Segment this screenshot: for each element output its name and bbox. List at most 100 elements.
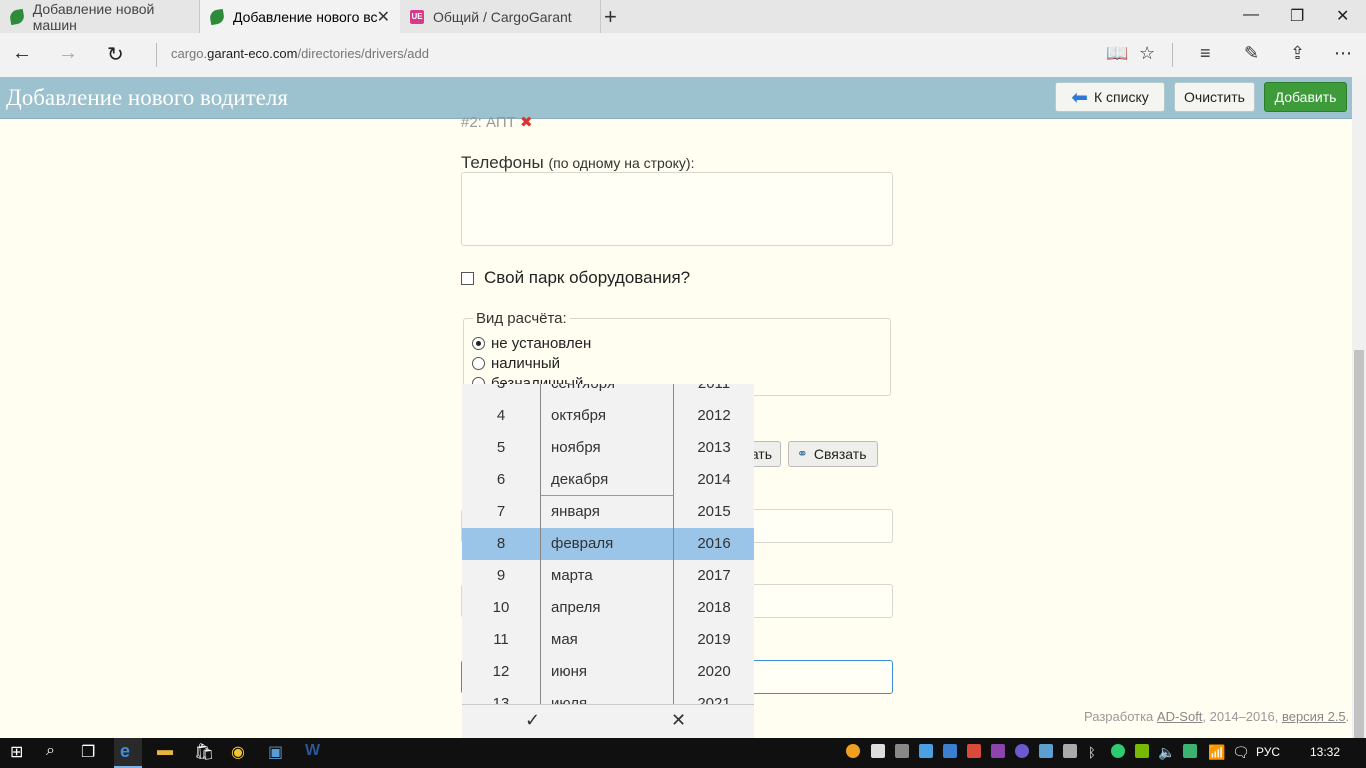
picker-month-option[interactable]: сентября: [551, 384, 671, 400]
app-icon[interactable]: ▣: [268, 742, 283, 762]
refresh-icon[interactable]: ↻: [107, 42, 124, 67]
onenote-icon[interactable]: [991, 744, 1005, 758]
picker-month-option[interactable]: мая: [551, 624, 671, 656]
more-icon[interactable]: ⋯: [1334, 43, 1352, 64]
cancel-close-icon[interactable]: ✕: [671, 710, 686, 731]
nvidia-icon[interactable]: [1135, 744, 1149, 758]
usb-icon[interactable]: [1063, 744, 1077, 758]
picker-month-column[interactable]: сентябряоктябряноябрядекабряянваряфеврал…: [540, 384, 674, 704]
action-center-icon[interactable]: 🗨: [1232, 744, 1250, 761]
web-note-icon[interactable]: ✎: [1244, 43, 1259, 64]
back-arrow-icon[interactable]: ←: [12, 42, 32, 65]
share-icon[interactable]: ⇪: [1290, 43, 1305, 64]
own-fleet-checkbox[interactable]: [461, 272, 474, 285]
payment-radio-not-set[interactable]: [472, 337, 485, 350]
volume-icon[interactable]: 🔈: [1158, 744, 1175, 761]
search-icon[interactable]: ⌕: [46, 742, 55, 760]
tray-app-icon[interactable]: [1183, 744, 1197, 758]
picker-year-option[interactable]: 2017: [674, 560, 754, 592]
scrollbar-thumb[interactable]: [1354, 350, 1364, 738]
page-title: Добавление нового водителя: [6, 85, 288, 110]
picker-day-option[interactable]: 3: [462, 384, 540, 400]
picker-year-option[interactable]: 2016: [674, 528, 754, 560]
picker-month-option[interactable]: декабря: [551, 464, 671, 496]
picker-year-option[interactable]: 2012: [674, 400, 754, 432]
forward-arrow-icon[interactable]: →: [58, 42, 78, 65]
picker-day-option[interactable]: 6: [462, 464, 540, 496]
windows-start-icon[interactable]: ⊞: [10, 742, 23, 762]
clear-button[interactable]: Очистить: [1174, 82, 1255, 112]
onedrive-icon[interactable]: [871, 744, 885, 758]
picker-month-option[interactable]: января: [551, 496, 671, 528]
link-button[interactable]: ⚭ Связать: [788, 441, 878, 467]
picker-year-option[interactable]: 2020: [674, 656, 754, 688]
footer-years: , 2014–2016,: [1202, 709, 1282, 724]
picker-month-option[interactable]: апреля: [551, 592, 671, 624]
tray-app-icon[interactable]: [846, 744, 860, 758]
phones-textarea[interactable]: [461, 172, 893, 246]
picker-month-option[interactable]: февраля: [551, 528, 671, 560]
picker-year-option[interactable]: 2021: [674, 688, 754, 704]
confirm-check-icon[interactable]: ✓: [525, 710, 540, 731]
picker-day-option[interactable]: 11: [462, 624, 540, 656]
back-to-list-button[interactable]: ⬅ К списку: [1055, 82, 1165, 112]
picker-day-option[interactable]: 8: [462, 528, 540, 560]
chrome-icon[interactable]: ◉: [231, 742, 245, 762]
picker-day-option[interactable]: 5: [462, 432, 540, 464]
tray-app-icon[interactable]: [895, 744, 909, 758]
tray-app-icon[interactable]: [1039, 744, 1053, 758]
tray-app-icon[interactable]: [1111, 744, 1125, 758]
file-explorer-icon[interactable]: ▬: [157, 742, 173, 760]
clock[interactable]: 13:32: [1310, 745, 1340, 759]
tray-app-icon[interactable]: [967, 744, 981, 758]
picker-day-option[interactable]: 4: [462, 400, 540, 432]
picker-month-option[interactable]: ноября: [551, 432, 671, 464]
picker-year-column[interactable]: 2011201220132014201520162017201820192020…: [674, 384, 754, 704]
tab-cargogarant[interactable]: UE Общий / CargoGarant: [400, 0, 600, 33]
edge-taskbar-button[interactable]: e: [114, 738, 142, 768]
picker-month-option[interactable]: июня: [551, 656, 671, 688]
payment-radio-cash[interactable]: [472, 357, 485, 370]
tray-app-icon[interactable]: [1015, 744, 1029, 758]
tray-app-icon[interactable]: [943, 744, 957, 758]
tab-title: Добавление новой машин: [32, 0, 155, 33]
close-window-icon[interactable]: ✕: [1336, 6, 1349, 26]
picker-year-option[interactable]: 2015: [674, 496, 754, 528]
picker-month-option[interactable]: марта: [551, 560, 671, 592]
store-icon[interactable]: 🛍: [194, 742, 214, 762]
favorite-star-icon[interactable]: ☆: [1139, 43, 1155, 64]
picker-year-option[interactable]: 2011: [674, 384, 754, 400]
developer-link[interactable]: AD-Soft: [1157, 709, 1203, 724]
hub-icon[interactable]: ≡: [1200, 43, 1211, 64]
word-icon[interactable]: W: [305, 742, 320, 760]
picker-year-option[interactable]: 2019: [674, 624, 754, 656]
close-tab-icon[interactable]: ✕: [377, 7, 390, 27]
picker-day-option[interactable]: 13: [462, 688, 540, 704]
tab-add-vehicle[interactable]: Добавление новой машин: [0, 0, 199, 33]
bluetooth-icon[interactable]: ᛒ: [1088, 745, 1096, 760]
restore-icon[interactable]: ❐: [1290, 6, 1304, 26]
picker-month-option[interactable]: октября: [551, 400, 671, 432]
picker-day-column[interactable]: 345678910111213: [462, 384, 540, 704]
picker-month-option[interactable]: июля: [551, 688, 671, 704]
tab-add-driver[interactable]: Добавление нового вс ✕: [200, 0, 400, 33]
language-indicator[interactable]: РУС: [1256, 745, 1280, 759]
picker-year-option[interactable]: 2014: [674, 464, 754, 496]
new-tab-icon[interactable]: +: [604, 4, 617, 30]
picker-day-option[interactable]: 9: [462, 560, 540, 592]
picker-day-option[interactable]: 7: [462, 496, 540, 528]
picker-day-option[interactable]: 12: [462, 656, 540, 688]
url-field[interactable]: cargo.garant-eco.com/directories/drivers…: [171, 46, 429, 61]
task-view-icon[interactable]: ❐: [81, 742, 95, 762]
tray-app-icon[interactable]: [919, 744, 933, 758]
network-icon[interactable]: 📶: [1208, 744, 1225, 761]
picker-day-option[interactable]: 10: [462, 592, 540, 624]
version-link[interactable]: версия 2.5: [1282, 709, 1346, 724]
add-button[interactable]: Добавить: [1264, 82, 1347, 112]
back-to-list-label: К списку: [1094, 89, 1149, 105]
minimize-icon[interactable]: —: [1243, 6, 1259, 24]
reading-view-icon[interactable]: 📖: [1106, 43, 1128, 64]
picker-year-option[interactable]: 2018: [674, 592, 754, 624]
picker-year-option[interactable]: 2013: [674, 432, 754, 464]
remove-icon[interactable]: ✖: [520, 114, 533, 131]
